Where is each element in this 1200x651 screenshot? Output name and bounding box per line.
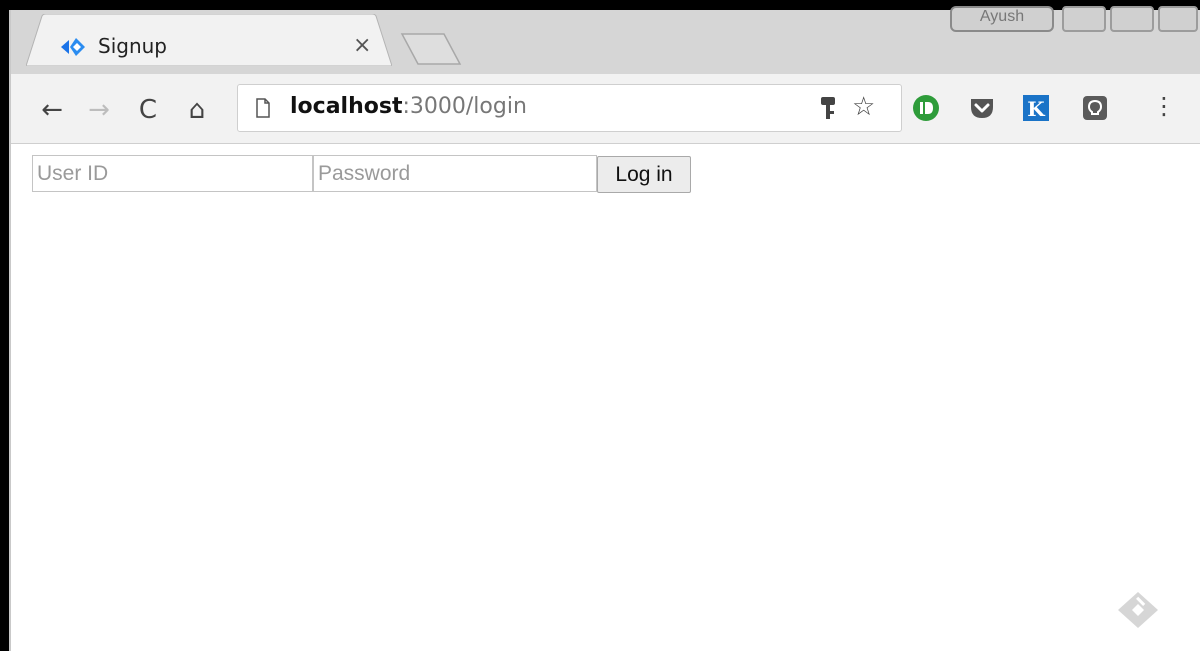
close-tab-icon[interactable]: × bbox=[353, 33, 371, 58]
key-icon[interactable] bbox=[818, 96, 838, 122]
back-arrow-icon[interactable]: ← bbox=[37, 95, 67, 125]
page-icon bbox=[256, 98, 270, 118]
new-tab-button[interactable] bbox=[400, 32, 462, 66]
login-button[interactable]: Log in bbox=[597, 156, 691, 193]
url-text[interactable]: localhost:3000/login bbox=[290, 94, 527, 119]
watermark-logo-icon bbox=[1118, 592, 1158, 628]
forward-arrow-icon[interactable]: → bbox=[84, 95, 114, 125]
user-id-input[interactable] bbox=[32, 155, 313, 192]
svg-text:K: K bbox=[1027, 97, 1045, 121]
maximize-button[interactable] bbox=[1110, 6, 1154, 32]
k-extension-icon[interactable]: K bbox=[1022, 94, 1050, 122]
reload-icon[interactable]: C bbox=[133, 95, 163, 125]
d-extension-icon[interactable] bbox=[912, 94, 940, 122]
close-window-button[interactable] bbox=[1158, 6, 1198, 32]
menu-dots-icon[interactable]: ⋮ bbox=[1152, 92, 1176, 120]
star-icon[interactable]: ☆ bbox=[852, 92, 875, 122]
tab-title: Signup bbox=[98, 34, 167, 58]
home-icon[interactable]: ⌂ bbox=[182, 95, 212, 125]
password-input[interactable] bbox=[313, 155, 597, 192]
profile-button[interactable]: Ayush bbox=[950, 6, 1054, 32]
url-path: :3000/login bbox=[402, 94, 527, 119]
minimize-button[interactable] bbox=[1062, 6, 1106, 32]
window-frame-left bbox=[0, 0, 9, 651]
lightbulb-icon[interactable] bbox=[1081, 94, 1109, 122]
diamond-arrows-icon bbox=[61, 38, 85, 56]
url-host: localhost bbox=[290, 94, 403, 119]
page-content bbox=[11, 145, 1200, 651]
profile-name: Ayush bbox=[979, 8, 1025, 25]
pocket-icon[interactable] bbox=[968, 94, 996, 122]
